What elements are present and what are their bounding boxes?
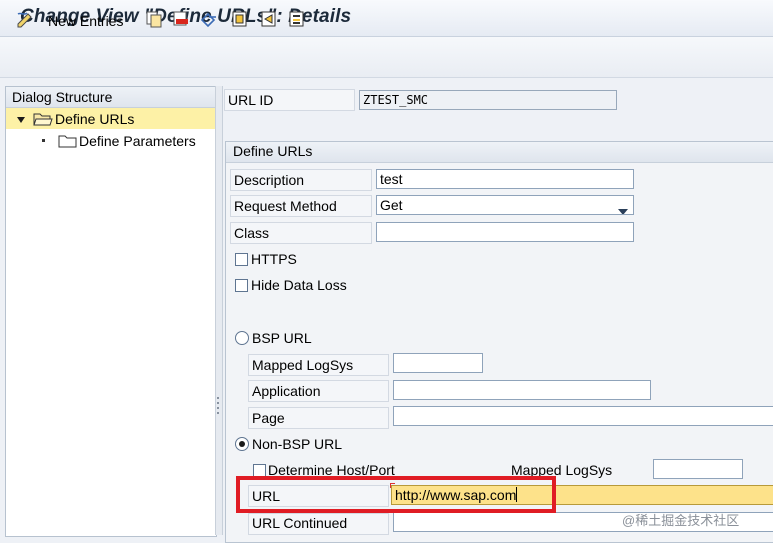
panel-splitter[interactable] [215, 86, 223, 535]
undo-icon[interactable] [200, 10, 218, 28]
deselect-icon[interactable] [288, 10, 306, 28]
expand-triangle-icon[interactable] [16, 112, 26, 128]
hide-data-loss-label: Hide Data Loss [251, 277, 347, 293]
define-urls-group-title: Define URLs [233, 143, 313, 159]
tree-item-define-urls[interactable]: Define URLs [6, 108, 216, 129]
select-block-icon[interactable] [260, 10, 278, 28]
page-label: Page [252, 410, 285, 426]
tree-item-label: Define URLs [55, 111, 135, 127]
bsp-url-label: BSP URL [252, 330, 312, 346]
folder-icon [58, 133, 78, 152]
tree-item-label: Define Parameters [79, 133, 196, 149]
non-bsp-url-radio[interactable] [235, 437, 249, 451]
watermark: @稀土掘金技术社区 [622, 513, 740, 528]
request-method-label: Request Method [234, 198, 337, 214]
toolbar [0, 37, 773, 78]
dialog-structure-panel: Dialog Structure Define URLs Define Para… [5, 86, 217, 537]
class-label: Class [234, 225, 270, 241]
url-highlight-box [236, 476, 556, 513]
description-label: Description [234, 172, 305, 188]
dialog-structure-title: Dialog Structure [12, 89, 113, 105]
dialog-structure-header: Dialog Structure [6, 87, 216, 108]
new-entries-button[interactable]: New Entries [48, 13, 123, 29]
url-continued-label: URL Continued [252, 515, 348, 531]
delete-icon[interactable] [172, 10, 190, 28]
splitter-grip-icon[interactable] [216, 395, 220, 417]
https-label: HTTPS [251, 251, 297, 267]
bsp-url-radio[interactable] [235, 331, 249, 345]
request-method-select[interactable]: Get [376, 195, 634, 215]
application-label: Application [252, 383, 321, 399]
request-method-value: Get [380, 197, 403, 213]
tree-bullet-icon [42, 139, 45, 142]
chevron-down-icon[interactable] [618, 202, 628, 214]
non-bsp-url-label: Non-BSP URL [252, 436, 343, 452]
hide-data-loss-checkbox[interactable] [235, 279, 248, 292]
folder-open-icon [33, 111, 53, 130]
change-display-icon[interactable] [16, 10, 34, 28]
page-field[interactable] [393, 406, 773, 426]
copy-icon[interactable] [145, 10, 163, 28]
class-field[interactable] [376, 222, 634, 242]
description-field[interactable]: test [376, 169, 634, 189]
bsp-mapped-logsys-label: Mapped LogSys [252, 357, 354, 373]
url-id-field: ZTEST_SMC [359, 90, 617, 110]
bsp-mapped-logsys-field[interactable] [393, 353, 483, 373]
non-bsp-mapped-logsys-field[interactable] [653, 459, 743, 479]
application-field[interactable] [393, 380, 651, 400]
select-all-icon[interactable] [231, 10, 249, 28]
https-checkbox[interactable] [235, 253, 248, 266]
tree-item-define-parameters[interactable]: Define Parameters [6, 130, 216, 151]
url-id-label: URL ID [228, 92, 274, 108]
